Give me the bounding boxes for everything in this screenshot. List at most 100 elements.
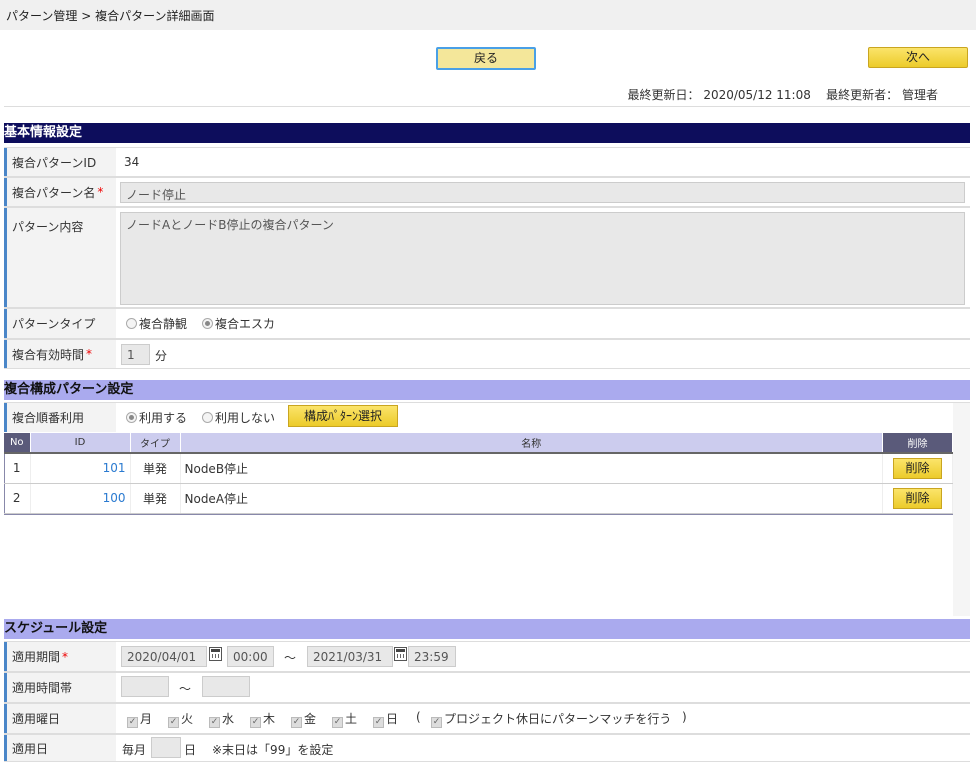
weekday-thu[interactable]: ✓ 木 <box>250 710 275 728</box>
table-row: 2 100 単発 NodeA停止 削除 <box>4 483 953 514</box>
pattern-id-value: 34 <box>124 155 140 169</box>
start-time-input[interactable]: 00:00 <box>227 646 274 667</box>
row-apply-day: 適用日 毎月 日 ※末日は「99」を設定 <box>4 734 970 762</box>
valid-time-label-text: 複合有効時間 <box>12 347 85 362</box>
order-option-use[interactable]: 利用する <box>126 409 187 426</box>
weekday-sun[interactable]: ✓ 日 <box>373 710 398 728</box>
section-basic-info: 基本情報設定 <box>4 123 970 143</box>
checkbox-checked-icon: ✓ <box>332 717 343 728</box>
updated-value: 2020/05/12 11:08 <box>703 88 811 102</box>
pattern-id-label-text: 複合パターンID <box>12 155 97 170</box>
calendar-icon[interactable] <box>394 647 407 661</box>
pattern-name-label-text: 複合パターン名 <box>12 185 96 200</box>
scrollbar[interactable] <box>953 403 970 616</box>
pattern-name-input[interactable]: ノード停止 <box>120 182 965 203</box>
apply-day-input[interactable] <box>151 737 181 758</box>
weekday-label: 適用曜日 <box>4 704 116 733</box>
row-pattern-id: 複合パターンID 34 <box>4 147 970 177</box>
row-pattern-type: パターンタイプ 複合静観 複合エスカ <box>4 308 970 339</box>
breadcrumb: パターン管理 > 複合パターン詳細画面 <box>6 9 215 23</box>
col-no: No <box>4 433 31 454</box>
weekday-sat-label: 土 <box>345 712 358 726</box>
row-order-use: 複合順番利用 利用する 利用しない <box>4 402 970 432</box>
start-date-input[interactable]: 2020/04/01 <box>121 646 207 667</box>
order-use-label: 複合順番利用 <box>4 403 116 432</box>
updater-value: 管理者 <box>901 88 938 102</box>
holiday-paren-open: ( <box>416 710 421 724</box>
holiday-paren-close: ) <box>682 710 687 724</box>
delete-button[interactable]: 削除 <box>893 457 942 479</box>
pattern-id-link[interactable]: 101 <box>103 461 126 475</box>
weekday-tue[interactable]: ✓ 火 <box>168 710 193 728</box>
pattern-content-label: パターン内容 <box>4 208 116 307</box>
delete-button[interactable]: 削除 <box>893 487 942 509</box>
weekday-tue-label: 火 <box>181 712 194 726</box>
pattern-type-label: パターンタイプ <box>4 309 116 338</box>
cell-type: 単発 <box>130 483 181 514</box>
last-updated-info: 最終更新日： 2020/05/12 11:08 最終更新者： 管理者 <box>627 86 938 103</box>
end-time-input[interactable]: 23:59 <box>408 646 456 667</box>
weekday-sat[interactable]: ✓ 土 <box>332 710 357 728</box>
row-weekday: 適用曜日 ✓ 月 ✓ 火 ✓ 水 ✓ 木 ✓ 金 ✓ 土 ✓ 日 ( ✓ プロジェクト休日にパタ… <box>4 703 970 734</box>
timeband-label: 適用時間帯 <box>4 673 116 702</box>
required-mark: * <box>97 185 104 199</box>
updater-label: 最終更新者： <box>826 88 899 102</box>
order-option-use-label: 利用する <box>139 411 188 425</box>
weekday-sun-label: 日 <box>386 712 399 726</box>
weekday-fri-label: 金 <box>304 712 317 726</box>
cell-name: NodeA停止 <box>180 483 883 514</box>
timeband-end-input[interactable] <box>202 676 250 697</box>
row-timeband: 適用時間帯 ～ <box>4 672 970 703</box>
period-label: 適用期間 * <box>4 642 116 671</box>
updated-label: 最終更新日： <box>627 88 700 102</box>
period-tilde: ～ <box>284 651 297 665</box>
valid-time-unit: 分 <box>155 349 168 363</box>
apply-day-note: ※末日は「99」を設定 <box>212 743 334 757</box>
weekday-fri[interactable]: ✓ 金 <box>291 710 316 728</box>
cell-id: 100 <box>30 483 131 514</box>
select-pattern-button[interactable]: 構成ﾊﾟﾀｰﾝ選択 <box>288 405 398 427</box>
type-option-escalation[interactable]: 複合エスカ <box>202 315 275 332</box>
checkbox-checked-icon: ✓ <box>168 717 179 728</box>
weekday-mon[interactable]: ✓ 月 <box>127 710 152 728</box>
table-row: 1 101 単発 NodeB停止 削除 <box>4 453 953 484</box>
cell-no: 2 <box>4 483 31 514</box>
weekday-wed[interactable]: ✓ 水 <box>209 710 234 728</box>
weekday-label-text: 適用曜日 <box>12 712 61 726</box>
table-header: No ID タイプ 名称 削除 <box>4 433 953 454</box>
valid-time-input[interactable]: 1 <box>121 344 150 365</box>
required-mark: * <box>62 649 69 664</box>
cell-delete: 削除 <box>882 483 953 514</box>
cell-type: 単発 <box>130 453 181 484</box>
pattern-content-label-text: パターン内容 <box>12 220 84 234</box>
checkbox-checked-icon: ✓ <box>250 717 261 728</box>
timeband-label-text: 適用時間帯 <box>12 681 73 695</box>
weekday-mon-label: 月 <box>140 712 153 726</box>
pattern-id-link[interactable]: 100 <box>103 491 126 505</box>
calendar-icon[interactable] <box>209 647 222 661</box>
col-delete: 削除 <box>882 433 953 454</box>
end-date-input[interactable]: 2021/03/31 <box>307 646 393 667</box>
weekday-wed-label: 水 <box>222 712 235 726</box>
radio-selected-icon <box>202 318 213 329</box>
pattern-name-label: 複合パターン名 * <box>4 178 116 206</box>
pattern-content-textarea[interactable]: ノードAとノードB停止の複合パターン <box>120 212 965 305</box>
period-label-text: 適用期間 <box>12 650 61 664</box>
pattern-table: No ID タイプ 名称 削除 1 101 単発 NodeB停止 削除 2 10… <box>4 433 953 514</box>
apply-day-suffix: 日 <box>184 743 197 757</box>
cell-id: 101 <box>30 453 131 484</box>
back-button[interactable]: 戻る <box>436 47 536 70</box>
timeband-start-input[interactable] <box>121 676 169 697</box>
checkbox-checked-icon: ✓ <box>431 717 442 728</box>
cell-no: 1 <box>4 453 31 484</box>
next-button[interactable]: 次へ <box>868 47 968 68</box>
cell-name: NodeB停止 <box>180 453 883 484</box>
holiday-match-label: プロジェクト休日にパターンマッチを行う <box>444 712 672 726</box>
col-type: タイプ <box>130 433 181 454</box>
order-option-nouse-label: 利用しない <box>215 411 276 425</box>
valid-time-label: 複合有効時間 * <box>4 340 116 368</box>
checkbox-checked-icon: ✓ <box>291 717 302 728</box>
order-option-nouse[interactable]: 利用しない <box>202 409 275 426</box>
type-option-silent[interactable]: 複合静観 <box>126 315 187 332</box>
holiday-match-option[interactable]: ✓ プロジェクト休日にパターンマッチを行う <box>431 710 671 728</box>
